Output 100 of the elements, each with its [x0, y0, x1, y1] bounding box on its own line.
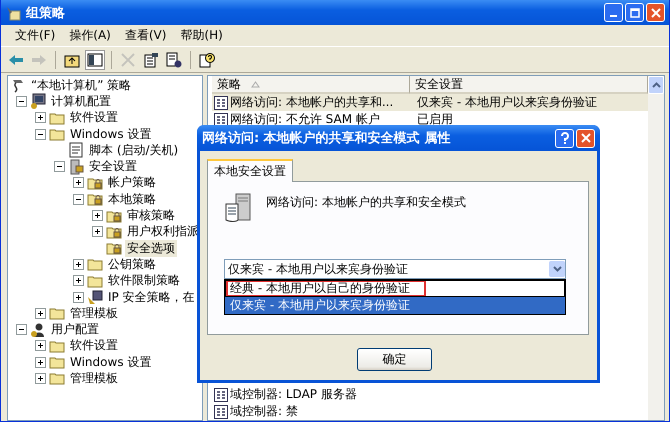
dropdown-button[interactable]	[549, 261, 565, 277]
plus-icon	[93, 211, 102, 220]
panel-icon	[87, 52, 103, 68]
expand-toggle[interactable]	[35, 128, 46, 140]
expand-toggle[interactable]	[92, 226, 103, 238]
tree-item[interactable]: 管理模板	[68, 304, 120, 322]
delete-icon	[120, 52, 136, 68]
setting-dropdown[interactable]: 仅来宾 - 本地用户以来宾身份验证	[224, 259, 566, 279]
export-button[interactable]	[164, 50, 184, 70]
expand-toggle[interactable]	[73, 292, 84, 302]
policy-setting-icon	[214, 112, 228, 126]
computer-icon	[30, 93, 46, 110]
tree-item[interactable]: 本地策略	[106, 190, 158, 208]
sort-icon	[251, 80, 260, 88]
scroll-up-button[interactable]	[648, 76, 664, 94]
tree-item[interactable]: 软件设置	[68, 337, 120, 354]
tree-item[interactable]: IP 安全策略，在	[106, 288, 197, 306]
properties-icon	[143, 52, 159, 68]
expand-toggle[interactable]	[92, 210, 103, 222]
question-mark-icon	[560, 132, 570, 144]
expand-toggle[interactable]	[35, 112, 46, 124]
column-header[interactable]: 安全设置	[410, 76, 648, 94]
policy-icon	[5, 4, 21, 20]
expand-toggle[interactable]	[73, 258, 84, 270]
policy-name: 网络访问: 不允许 SAM 帐户	[230, 111, 380, 128]
maximize-button[interactable]	[625, 3, 644, 22]
policy-setting: 仅来宾 - 本地用户以来宾身份验证	[416, 94, 597, 111]
expand-toggle[interactable]	[35, 308, 46, 319]
policy-name: 域控制器: LDAP 服务器	[230, 386, 357, 403]
policy-name: 域控制器: 禁	[230, 403, 298, 420]
menu-item[interactable]: 帮助(H)	[174, 27, 229, 44]
policy-setting-icon	[214, 404, 228, 418]
plus-icon	[74, 178, 83, 188]
tree-item[interactable]: 管理模板	[68, 370, 120, 387]
plus-icon	[93, 227, 102, 236]
ok-button[interactable]: 确定	[357, 348, 432, 371]
tree-item[interactable]: 公钥策略	[106, 256, 158, 273]
scrollbar[interactable]	[648, 76, 664, 420]
plus-icon	[36, 341, 45, 350]
tree-item[interactable]: 软件设置	[68, 109, 120, 126]
tree-item[interactable]: Windows 设置	[68, 354, 154, 371]
plus-icon	[36, 308, 45, 318]
script-icon	[68, 142, 84, 158]
maximize-icon	[630, 8, 640, 18]
expand-toggle[interactable]	[73, 194, 84, 205]
tree-item[interactable]: 用户配置	[49, 321, 101, 338]
policy-icon	[10, 77, 26, 94]
close-button[interactable]	[646, 3, 665, 22]
plus-icon	[36, 358, 45, 367]
close-icon	[580, 133, 590, 143]
dialog-tab[interactable]: 本地安全设置	[207, 159, 293, 182]
plus-icon	[74, 260, 83, 269]
menu-item[interactable]: 查看(V)	[118, 27, 172, 44]
tree-item[interactable]: 帐户策略	[106, 174, 158, 192]
chevron-down-icon	[552, 266, 562, 272]
dropdown-option[interactable]: 仅来宾 - 本地用户以来宾身份验证	[225, 297, 565, 314]
plus-icon	[74, 276, 83, 286]
policy-setting-icon	[214, 96, 228, 110]
user-icon	[30, 322, 46, 338]
export-icon	[166, 52, 182, 68]
tree-item[interactable]: 脚本 (启动/关机)	[87, 142, 180, 159]
help-icon	[199, 52, 215, 68]
policy-setting-icon	[214, 388, 228, 402]
expand-toggle[interactable]	[35, 356, 46, 368]
policy-setting: 已启用	[416, 111, 453, 128]
menu-item[interactable]: 文件(F)	[9, 27, 62, 44]
network-computer-icon	[87, 289, 103, 305]
expand-toggle[interactable]	[73, 177, 84, 188]
minimize-icon	[610, 14, 617, 16]
menu-item[interactable]: 操作(A)	[63, 27, 117, 44]
close-button[interactable]	[576, 128, 595, 148]
plus-icon	[74, 292, 83, 302]
tree-item[interactable]: “本地计算机” 策略	[29, 76, 134, 94]
dialog-title: 网络访问: 本地帐户的共享和安全模式 属性	[202, 130, 450, 147]
up-chevron-icon	[652, 82, 660, 88]
tree-item[interactable]: 计算机配置	[49, 92, 113, 110]
close-icon	[650, 8, 660, 18]
column-header[interactable]: 策略	[212, 76, 410, 94]
list-row[interactable]: 域控制器: LDAP 服务器	[212, 386, 648, 403]
expand-toggle[interactable]	[35, 372, 46, 384]
plus-icon	[36, 113, 45, 122]
tree-button[interactable]	[85, 50, 105, 70]
expand-toggle[interactable]	[54, 161, 65, 172]
tree-item[interactable]: 安全选项	[125, 240, 177, 257]
window-title: 组策略	[26, 4, 65, 22]
policy-description: 网络访问: 本地帐户的共享和安全模式	[266, 194, 466, 211]
tree-item[interactable]: Windows 设置	[68, 126, 154, 143]
tree-item[interactable]: 安全设置	[87, 158, 139, 176]
expand-toggle[interactable]	[16, 324, 27, 336]
list-row[interactable]: 网络访问: 本地帐户的共享和... 仅来宾 - 本地用户以来宾身份验证	[212, 94, 648, 111]
tree-item[interactable]: 软件限制策略	[106, 272, 182, 290]
expand-toggle[interactable]	[16, 96, 27, 107]
policy-name: 网络访问: 本地帐户的共享和...	[230, 94, 394, 111]
expand-toggle[interactable]	[73, 275, 84, 286]
plus-icon	[36, 374, 45, 383]
tree-item[interactable]: 审核策略	[125, 207, 177, 224]
minimize-button[interactable]	[604, 3, 623, 22]
expand-toggle[interactable]	[35, 340, 46, 352]
list-row[interactable]: 域控制器: 禁	[212, 403, 648, 420]
lock-server-icon	[68, 158, 84, 175]
